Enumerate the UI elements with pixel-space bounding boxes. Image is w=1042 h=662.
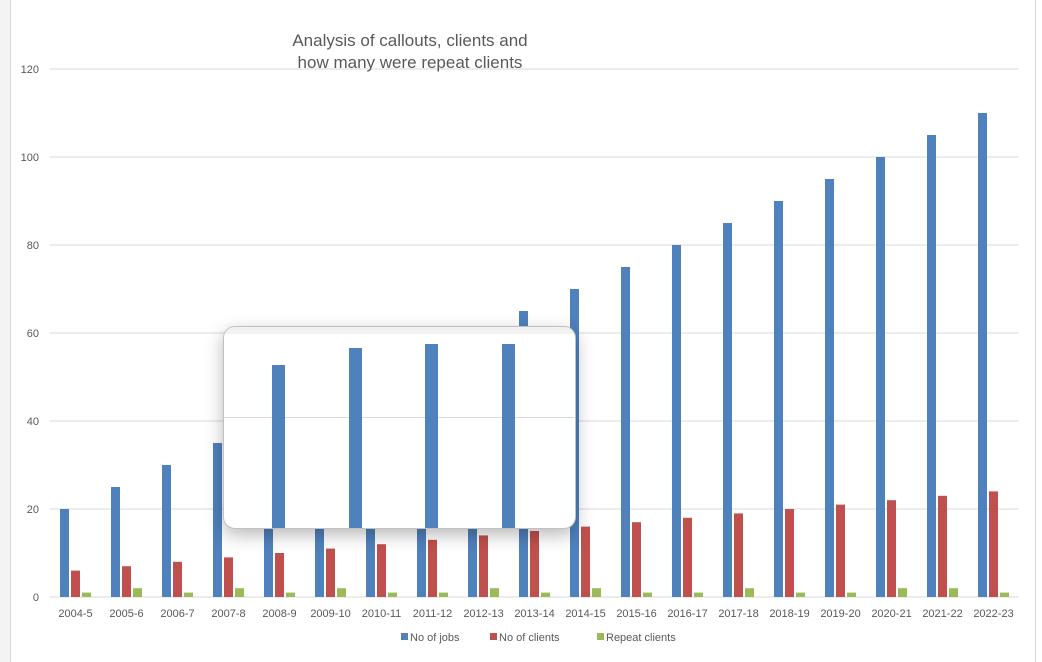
bar-repeat-clients — [745, 588, 754, 597]
bar-no-of-clients — [224, 557, 233, 597]
bar-repeat-clients — [490, 588, 499, 597]
x-tick-label: 2007-8 — [211, 608, 245, 620]
bar-repeat-clients — [949, 588, 958, 597]
bar-no-of-clients — [836, 504, 845, 597]
bar-repeat-clients — [898, 588, 907, 597]
y-tick-label: 100 — [21, 152, 39, 164]
legend-swatch — [597, 633, 604, 640]
x-axis-ticks: 2004-5 2005-6 2006-7 2007-8 2008-9 2009-10 201… — [58, 608, 1013, 620]
bar-no-of-clients — [887, 500, 896, 597]
legend-label: No of jobs — [410, 632, 460, 644]
bar-repeat-clients — [235, 588, 244, 597]
bar-no-of-clients — [326, 548, 335, 597]
x-tick-label: 2014-15 — [565, 608, 605, 620]
bar-no-of-clients — [734, 513, 743, 597]
bar-no-of-clients — [122, 566, 131, 597]
x-tick-label: 2021-22 — [922, 608, 962, 620]
legend-swatch — [490, 633, 497, 640]
chart-title: Analysis of callouts, clients and how ma… — [250, 30, 570, 74]
bar-no-of-jobs — [774, 201, 783, 597]
bar-repeat-clients — [184, 592, 193, 597]
bar-no-of-clients — [632, 522, 641, 597]
x-tick-label: 2010-11 — [362, 608, 402, 620]
bar-no-of-clients — [683, 517, 692, 597]
popup-bar — [272, 365, 285, 528]
y-tick-label: 20 — [27, 504, 39, 516]
x-tick-label: 2017-18 — [718, 608, 758, 620]
legend-label: Repeat clients — [606, 632, 676, 644]
overlay-popup-card[interactable] — [223, 326, 576, 529]
y-tick-label: 0 — [33, 592, 39, 604]
bar-no-of-clients — [581, 526, 590, 597]
bar-repeat-clients — [337, 588, 346, 597]
bar-no-of-jobs — [978, 113, 987, 597]
bar-no-of-clients — [479, 535, 488, 597]
popup-bar — [425, 344, 438, 528]
bar-no-of-clients — [71, 570, 80, 597]
bar-repeat-clients — [1000, 592, 1009, 597]
x-tick-label: 2005-6 — [109, 608, 143, 620]
popup-bar — [349, 348, 362, 528]
x-tick-label: 2004-5 — [58, 608, 92, 620]
bar-repeat-clients — [694, 592, 703, 597]
bar-no-of-clients — [377, 544, 386, 597]
x-tick-label: 2020-21 — [871, 608, 911, 620]
bar-no-of-jobs — [876, 157, 885, 597]
bar-repeat-clients — [286, 592, 295, 597]
x-tick-label: 2008-9 — [262, 608, 296, 620]
bar-no-of-jobs — [162, 465, 171, 597]
bar-repeat-clients — [541, 592, 550, 597]
x-tick-label: 2016-17 — [667, 608, 707, 620]
bar-no-of-jobs — [60, 509, 69, 597]
bar-no-of-clients — [938, 495, 947, 597]
bar-no-of-jobs — [213, 443, 222, 597]
x-tick-label: 2015-16 — [616, 608, 656, 620]
x-tick-label: 2006-7 — [160, 608, 194, 620]
bar-no-of-jobs — [825, 179, 834, 597]
bar-no-of-jobs — [672, 245, 681, 597]
x-tick-label: 2018-19 — [769, 608, 809, 620]
bar-repeat-clients — [643, 592, 652, 597]
y-tick-label: 40 — [27, 416, 39, 428]
chart-title-line-2: how many were repeat clients — [297, 53, 523, 72]
bar-repeat-clients — [82, 592, 91, 597]
bar-repeat-clients — [592, 588, 601, 597]
bar-no-of-jobs — [927, 135, 936, 597]
bar-repeat-clients — [439, 592, 448, 597]
bar-no-of-clients — [428, 539, 437, 597]
y-tick-label: 80 — [27, 240, 39, 252]
x-tick-label: 2022-23 — [973, 608, 1013, 620]
x-tick-label: 2012-13 — [463, 608, 503, 620]
legend: No of jobs No of clients Repeat clients — [401, 632, 676, 644]
bar-repeat-clients — [133, 588, 142, 597]
bar-repeat-clients — [847, 592, 856, 597]
bar-no-of-jobs — [723, 223, 732, 597]
x-tick-label: 2009-10 — [310, 608, 350, 620]
x-tick-label: 2019-20 — [820, 608, 860, 620]
bar-no-of-clients — [530, 531, 539, 597]
bar-repeat-clients — [388, 592, 397, 597]
x-tick-label: 2011-12 — [413, 608, 453, 620]
popup-bar — [502, 344, 515, 528]
y-tick-label: 60 — [27, 328, 39, 340]
x-tick-label: 2013-14 — [514, 608, 554, 620]
bar-repeat-clients — [796, 592, 805, 597]
bar-no-of-clients — [785, 509, 794, 597]
legend-swatch — [401, 633, 408, 640]
y-tick-label: 120 — [21, 64, 39, 76]
bar-no-of-jobs — [111, 487, 120, 597]
bar-no-of-clients — [989, 491, 998, 597]
bar-no-of-clients — [275, 553, 284, 597]
chart-title-line-1: Analysis of callouts, clients and — [292, 31, 528, 50]
popup-header-strip — [224, 327, 575, 334]
legend-label: No of clients — [499, 632, 560, 644]
bar-no-of-clients — [173, 561, 182, 597]
bar-no-of-jobs — [621, 267, 630, 597]
y-axis-ticks: 0 20 40 60 80 100 120 — [21, 64, 39, 604]
